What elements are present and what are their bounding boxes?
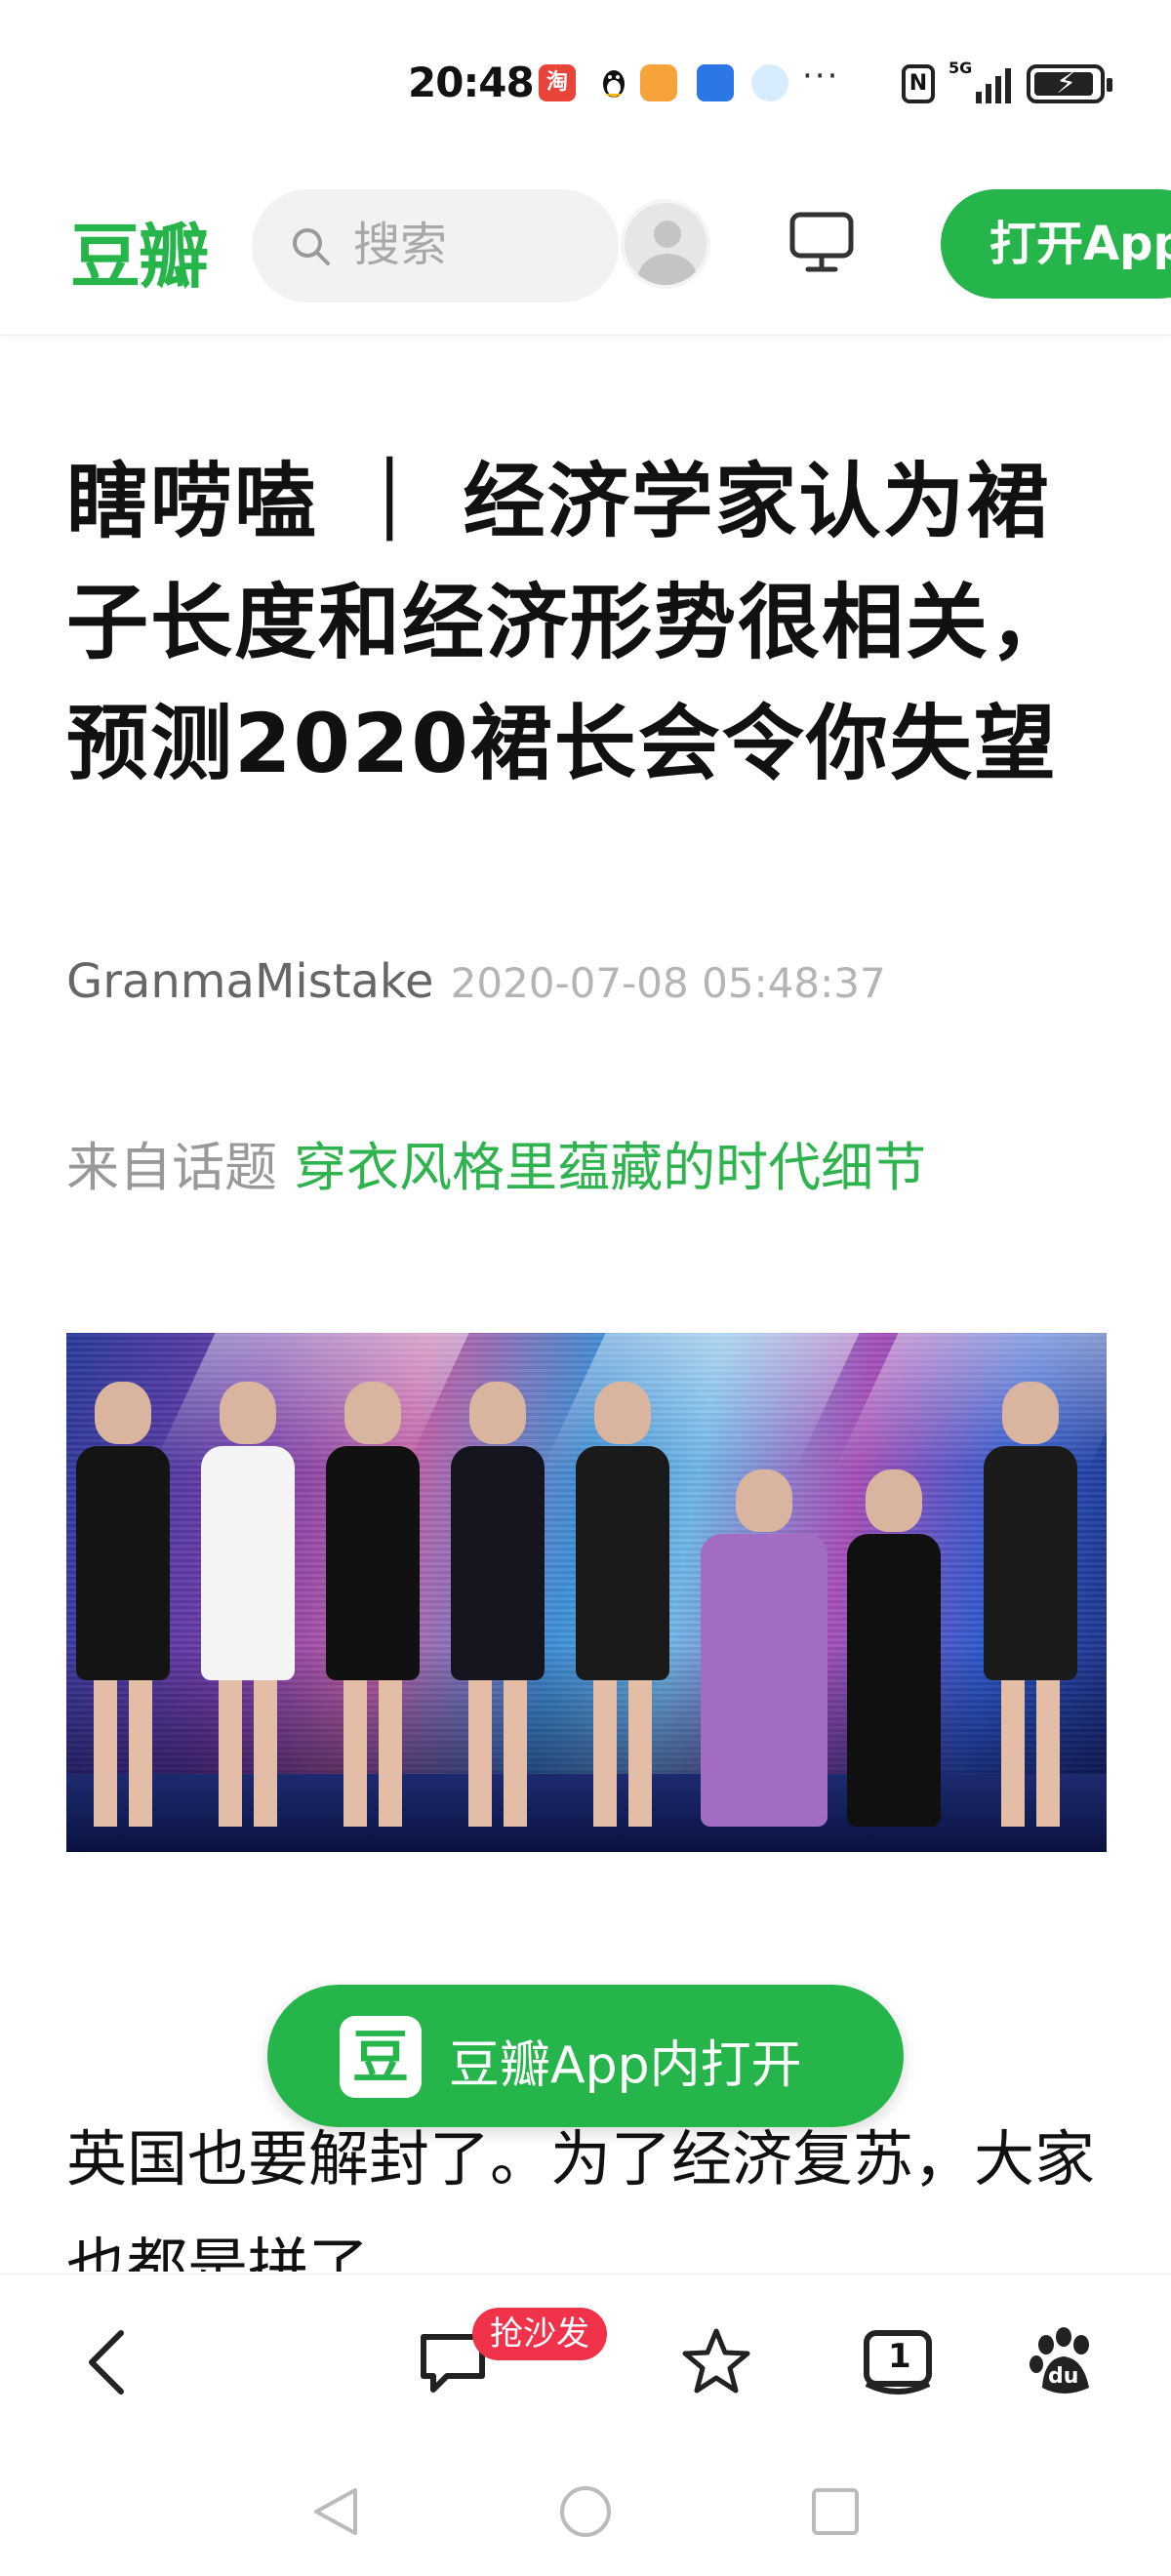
baidu-paw-icon (1030, 2327, 1089, 2394)
article-body: 英国也要解封了。为了经济复苏，大家也都是拼了 (66, 2123, 1096, 2272)
desktop-version-icon[interactable] (787, 207, 857, 277)
tabs-button[interactable]: 1 (859, 2323, 937, 2401)
baidu-button[interactable]: du (1025, 2323, 1103, 2401)
topic-prefix: 来自话题 (66, 1137, 277, 1198)
topic-link[interactable]: 穿衣风格里蕴藏的时代细节 (294, 1137, 926, 1198)
browser-toolbar: 抢沙发 1 du (0, 2274, 1171, 2449)
top-header: 豆瓣 打开App (0, 166, 1171, 336)
qq-penguin-icon (595, 64, 632, 101)
nav-back-icon[interactable] (306, 2482, 365, 2541)
article-photo[interactable] (66, 1333, 1107, 1852)
author-name[interactable]: GranmaMistake (66, 954, 434, 1009)
douban-logo[interactable]: 豆瓣 (70, 199, 209, 302)
search-bar[interactable] (252, 189, 619, 302)
baidu-label: du (1048, 2364, 1079, 2389)
system-navigation-bar (0, 2449, 1171, 2576)
nav-recents-icon[interactable] (806, 2482, 865, 2541)
status-time: 20:48 (408, 59, 535, 106)
status-bar: 20:48 淘 ··· N 5G ⚡ (0, 0, 1171, 166)
app-notification-icon (640, 64, 677, 101)
search-input[interactable] (353, 211, 597, 279)
user-avatar[interactable] (621, 199, 710, 289)
tabs-count: 1 (888, 2337, 911, 2376)
article-title: 瞎唠嗑 ｜ 经济学家认为裙子长度和经济形势很相关，预测2020裙长会令你失望 (66, 454, 1074, 791)
nav-home-icon[interactable] (556, 2482, 615, 2541)
article-meta: GranmaMistake 2020-07-08 05:48:37 (66, 954, 886, 1009)
search-icon (293, 228, 330, 265)
app-notification-icon (697, 64, 734, 101)
network-type: 5G (949, 59, 973, 77)
douban-app-icon: 豆 (340, 2016, 422, 2098)
back-icon[interactable] (70, 2323, 148, 2401)
battery-icon: ⚡ (1027, 64, 1112, 103)
topic-line: 来自话题 穿衣风格里蕴藏的时代细节 (66, 1124, 926, 1201)
comment-badge[interactable]: 抢沙发 (472, 2308, 607, 2360)
publish-date: 2020-07-08 05:48:37 (450, 959, 886, 1007)
star-icon[interactable] (677, 2323, 755, 2401)
open-app-button[interactable]: 打开App (941, 189, 1171, 299)
open-in-app-label: 豆瓣App内打开 (449, 2036, 802, 2095)
nfc-icon: N (902, 64, 935, 103)
signal-icon: 5G (949, 59, 1019, 103)
taobao-app-icon: 淘 (539, 64, 576, 101)
open-in-app-button[interactable]: 豆 豆瓣App内打开 (267, 1985, 904, 2127)
more-notifications-icon: ··· (802, 57, 840, 96)
app-notification-icon (751, 64, 788, 101)
